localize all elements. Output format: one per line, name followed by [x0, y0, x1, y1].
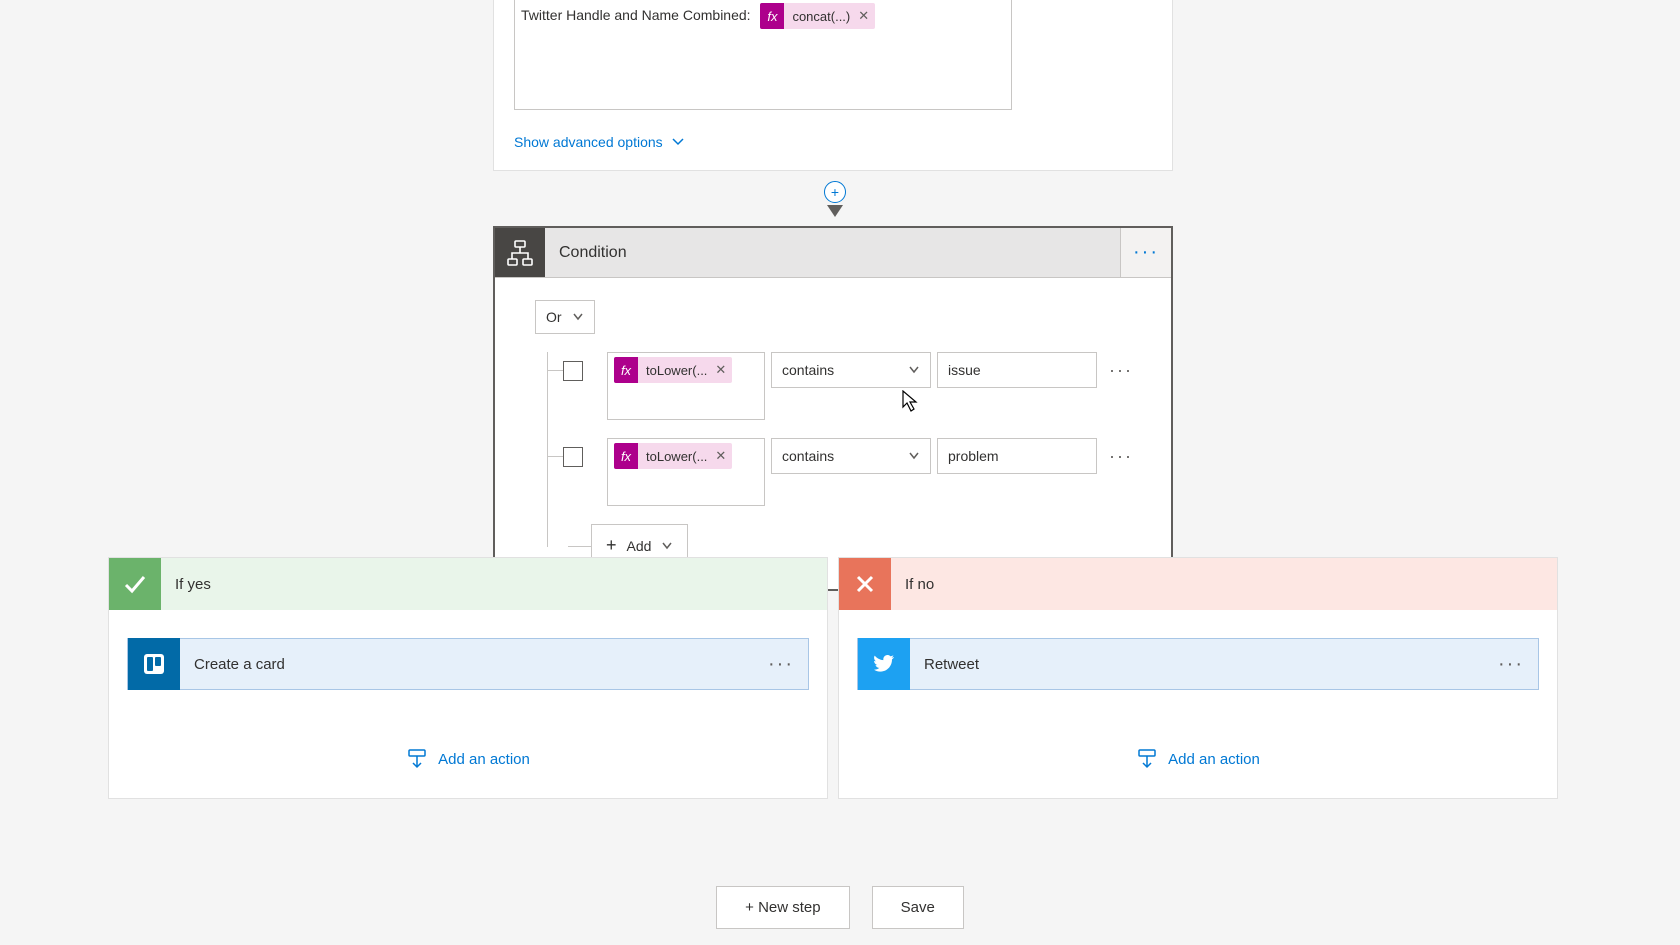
trello-icon: [128, 638, 180, 690]
previous-action-card: Twitter Handle and Name Combined: fx con…: [493, 0, 1173, 171]
rule-value-input[interactable]: [937, 438, 1097, 474]
if-yes-branch: If yes Create a card ··· Add an action: [108, 557, 828, 799]
fx-icon: fx: [614, 443, 638, 469]
show-advanced-options-link[interactable]: Show advanced options: [514, 134, 685, 150]
add-action-link[interactable]: Add an action: [857, 748, 1539, 770]
chevron-down-icon: [572, 311, 584, 323]
token-remove-icon[interactable]: ✕: [715, 448, 726, 464]
branch-label: If no: [891, 576, 934, 593]
rule-expression-box[interactable]: fx toLower(... ✕: [607, 352, 765, 420]
expression-token-tolower[interactable]: fx toLower(... ✕: [614, 357, 732, 383]
rule-value-input[interactable]: [937, 352, 1097, 388]
fx-icon: fx: [614, 357, 638, 383]
close-icon: [839, 558, 891, 610]
condition-rule-row: fx toLower(... ✕ contains ···: [555, 438, 1149, 506]
condition-icon: [495, 228, 545, 277]
token-remove-icon[interactable]: ✕: [858, 8, 869, 24]
branch-label: If yes: [161, 576, 211, 593]
add-action-icon: [406, 748, 428, 770]
add-action-link[interactable]: Add an action: [127, 748, 809, 770]
token-label: toLower(...: [646, 363, 707, 378]
arrow-down-icon: [827, 205, 843, 217]
add-step-between-button[interactable]: +: [824, 181, 846, 203]
rule-expression-box[interactable]: fx toLower(... ✕: [607, 438, 765, 506]
token-label: concat(...): [792, 9, 850, 24]
logic-operator-select[interactable]: Or: [535, 300, 595, 334]
condition-title[interactable]: Condition: [545, 228, 1121, 277]
check-icon: [109, 558, 161, 610]
rule-checkbox[interactable]: [563, 447, 583, 467]
retweet-action[interactable]: Retweet ···: [857, 638, 1539, 690]
expression-token-tolower[interactable]: fx toLower(... ✕: [614, 443, 732, 469]
action-title: Retweet: [910, 656, 1498, 673]
chevron-down-icon: [908, 450, 920, 462]
condition-card: Condition ··· Or fx toLower(... ✕: [493, 226, 1173, 591]
action-title: Create a card: [180, 656, 768, 673]
action-menu-button[interactable]: ···: [768, 653, 808, 676]
expression-token-concat[interactable]: fx concat(...) ✕: [760, 3, 875, 29]
condition-menu-button[interactable]: ···: [1121, 228, 1171, 277]
create-card-action[interactable]: Create a card ···: [127, 638, 809, 690]
save-button[interactable]: Save: [872, 886, 964, 929]
rule-menu-button[interactable]: ···: [1109, 446, 1133, 467]
plus-icon: +: [606, 535, 617, 556]
rule-checkbox[interactable]: [563, 361, 583, 381]
add-action-icon: [1136, 748, 1158, 770]
if-no-branch: If no Retweet ··· Add an action: [838, 557, 1558, 799]
token-label: toLower(...: [646, 449, 707, 464]
field-value-box[interactable]: Twitter Handle and Name Combined: fx con…: [514, 0, 1012, 110]
rule-operator-select[interactable]: contains: [771, 438, 931, 474]
token-remove-icon[interactable]: ✕: [715, 362, 726, 378]
action-menu-button[interactable]: ···: [1498, 653, 1538, 676]
rule-operator-select[interactable]: contains: [771, 352, 931, 388]
field-label: Twitter Handle and Name Combined:: [521, 7, 751, 23]
flow-connector: +: [824, 181, 846, 217]
chevron-down-icon: [671, 135, 685, 149]
new-step-button[interactable]: + New step: [716, 886, 849, 929]
chevron-down-icon: [908, 364, 920, 376]
twitter-icon: [858, 638, 910, 690]
rule-menu-button[interactable]: ···: [1109, 360, 1133, 381]
footer-buttons: + New step Save: [0, 886, 1680, 929]
chevron-down-icon: [661, 540, 673, 552]
condition-rule-row: fx toLower(... ✕ contains ···: [555, 352, 1149, 420]
fx-icon: fx: [760, 3, 784, 29]
